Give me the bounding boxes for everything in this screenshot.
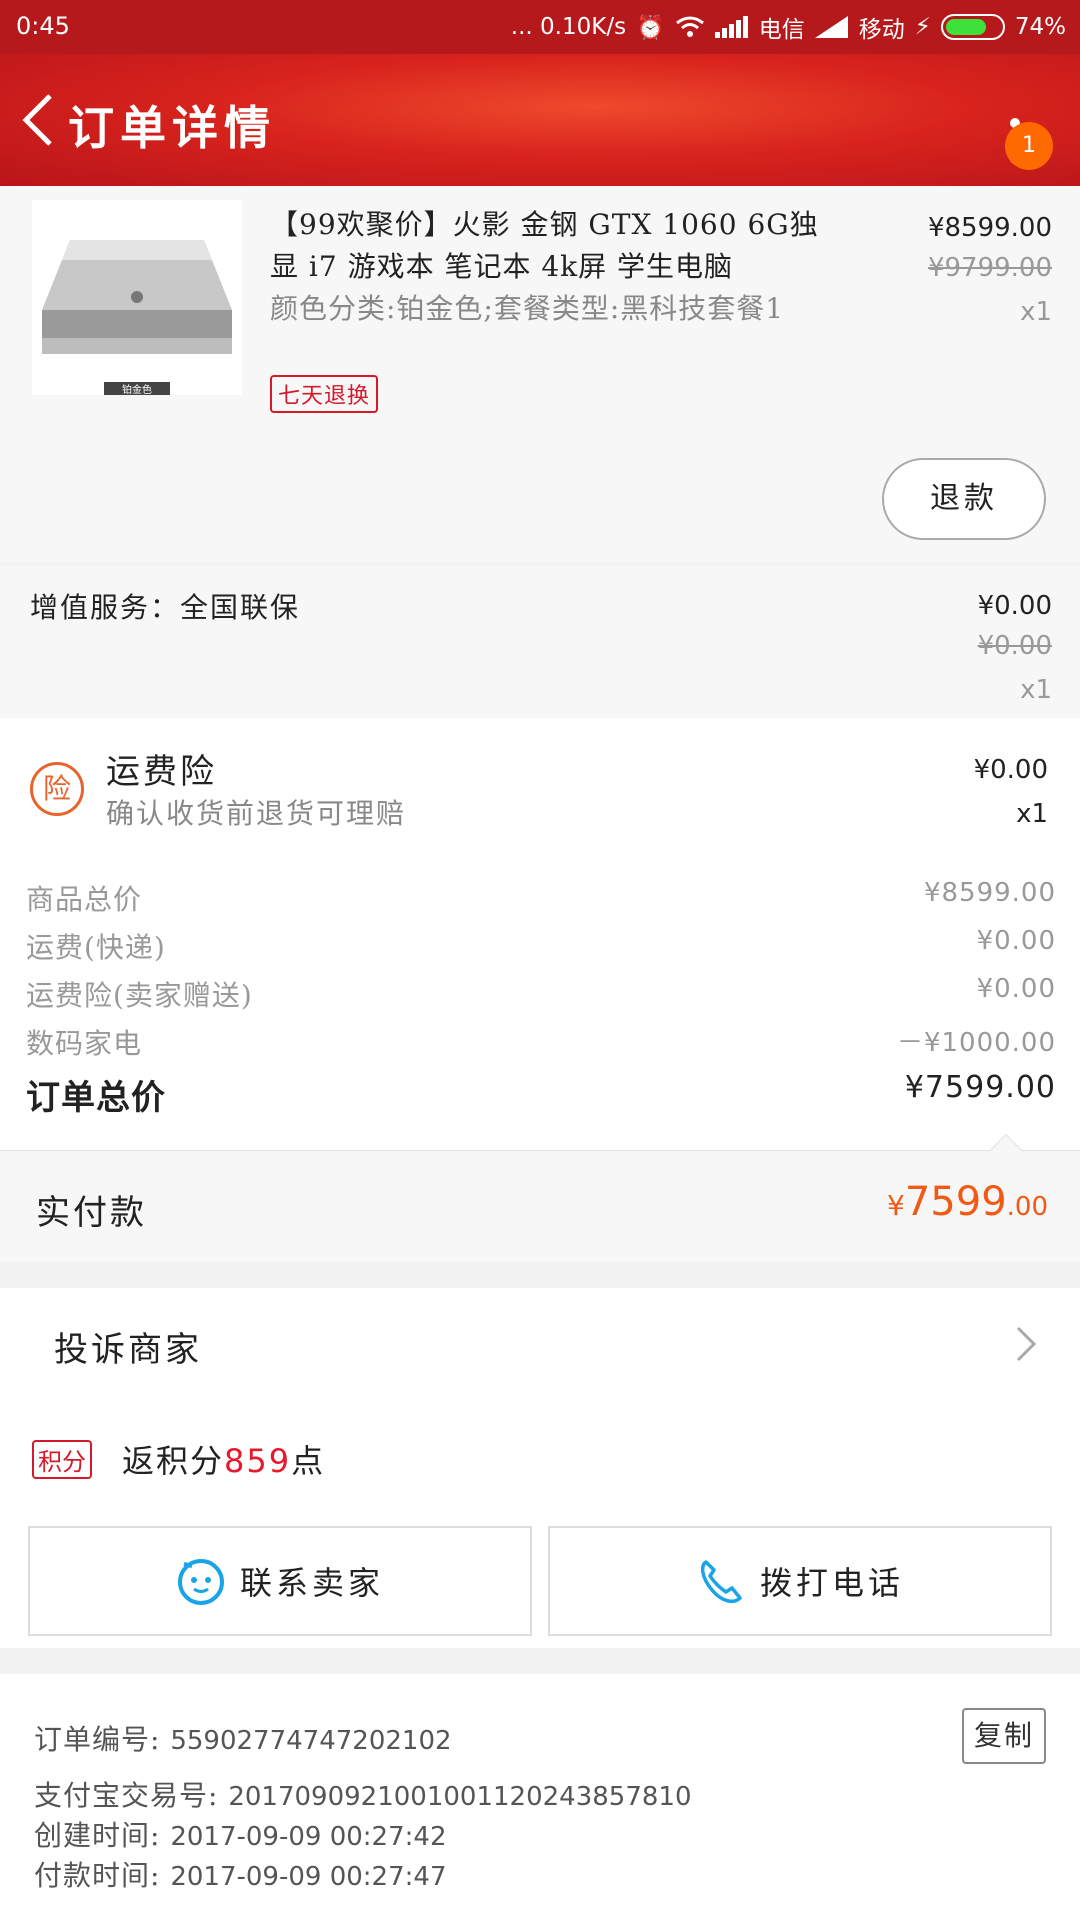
insurance-icon: 险 xyxy=(30,762,84,816)
order-number: 55902774747202102 xyxy=(170,1726,452,1756)
value-added-service: 增值服务：全国联保 ¥0.00 ¥0.00 x1 xyxy=(0,566,1080,718)
battery-icon xyxy=(940,14,1005,40)
alarm-icon: ⏰ xyxy=(636,14,665,41)
summary-value: ¥0.00 xyxy=(976,926,1056,956)
paid-time-row: 付款时间: 2017-09-09 00:27:47 xyxy=(34,1859,447,1892)
app-header: 订单详情 1 xyxy=(0,54,1080,186)
refund-button[interactable]: 退款 xyxy=(882,458,1046,540)
insurance-price-column: ¥0.00 x1 xyxy=(974,748,1048,836)
order-total-label: 订单总价 xyxy=(26,1078,166,1118)
signal-icon xyxy=(714,16,748,38)
actual-payment-row: 实付款 ¥7599.00 xyxy=(0,1134,1080,1262)
laptop-image: 铂金色 xyxy=(42,240,232,396)
product-price-column: ¥8599.00 ¥9799.00 x1 xyxy=(928,208,1052,332)
service-price: ¥0.00 xyxy=(977,591,1052,621)
contact-seller-button[interactable]: 联系卖家 xyxy=(28,1526,532,1636)
return-policy-tag: 七天退换 xyxy=(270,375,379,413)
summary-value: ¥0.00 xyxy=(976,974,1056,1004)
summary-label: 数码家电 xyxy=(26,1027,143,1060)
actual-payment-label: 实付款 xyxy=(36,1193,147,1233)
service-quantity: x1 xyxy=(1020,675,1052,705)
call-label: 拨打电话 xyxy=(759,1564,904,1602)
carrier-mobile: 移动 xyxy=(858,17,905,43)
wifi-icon xyxy=(675,16,704,37)
complain-seller-row[interactable]: 投诉商家 xyxy=(0,1288,1080,1398)
page-title: 订单详情 xyxy=(68,101,276,155)
summary-row-shipping: 运费(快递) ¥0.00 xyxy=(26,926,1056,966)
created-time: 2017-09-09 00:27:42 xyxy=(170,1822,447,1852)
status-right: ... 0.10K/s ⏰ 电信 移动 ⚡ 74% xyxy=(511,10,1066,44)
product-price: ¥8599.00 xyxy=(927,213,1052,243)
back-icon[interactable] xyxy=(18,92,58,148)
status-bar: 0:45 ... 0.10K/s ⏰ 电信 移动 ⚡ 74% xyxy=(0,0,1080,54)
complain-seller-label: 投诉商家 xyxy=(54,1330,202,1370)
summary-row-discount: 数码家电 －¥1000.00 xyxy=(26,1022,1056,1062)
alipay-number: 2017090921001001120243857810 xyxy=(228,1782,692,1812)
summary-row-insurance: 运费险(卖家赠送) ¥0.00 xyxy=(26,974,1056,1014)
service-original-price: ¥0.00 xyxy=(977,631,1052,661)
product-title[interactable]: 【99欢聚价】火影 金钢 GTX 1060 6G独显 i7 游戏本 笔记本 4k… xyxy=(270,204,840,288)
product-quantity: x1 xyxy=(1020,297,1052,327)
summary-value: ¥8599.00 xyxy=(923,878,1056,908)
paid-time: 2017-09-09 00:27:47 xyxy=(170,1862,447,1892)
insurance-subtitle: 确认收货前退货可理赔 xyxy=(106,797,407,830)
points-text: 返积分859点 xyxy=(122,1442,326,1480)
points-tag: 积分 xyxy=(32,1439,92,1479)
product-original-price: ¥9799.00 xyxy=(927,253,1052,283)
points-row: 积分 返积分859点 xyxy=(32,1436,325,1482)
svg-text:铂金色: 铂金色 xyxy=(122,383,152,395)
battery-percent: 74% xyxy=(1014,14,1066,40)
summary-label: 运费险(卖家赠送) xyxy=(26,979,253,1012)
product-thumbnail[interactable]: 铂金色 xyxy=(32,200,242,396)
actual-payment-amount: ¥7599.00 xyxy=(887,1179,1048,1225)
summary-row-total: 订单总价 ¥7599.00 xyxy=(26,1070,1056,1119)
created-time-row: 创建时间: 2017-09-09 00:27:42 xyxy=(34,1819,447,1852)
alipay-number-row: 支付宝交易号: 2017090921001001120243857810 xyxy=(34,1779,692,1812)
chevron-right-icon xyxy=(1016,1326,1037,1362)
signal-icon-2 xyxy=(814,16,848,38)
contact-seller-label: 联系卖家 xyxy=(239,1564,384,1602)
phone-icon xyxy=(700,1560,742,1604)
charging-icon: ⚡ xyxy=(914,14,931,40)
service-price-column: ¥0.00 ¥0.00 x1 xyxy=(978,586,1052,710)
order-info-section: 订单编号: 55902774747202102 复制 支付宝交易号: 20170… xyxy=(0,1674,1080,1920)
order-total-value: ¥7599.00 xyxy=(904,1070,1056,1105)
carrier-telecom: 电信 xyxy=(758,17,805,43)
summary-row-goods: 商品总价 ¥8599.00 xyxy=(26,878,1056,918)
order-summary-section: 险 运费险 确认收货前退货可理赔 ¥0.00 x1 商品总价 ¥8599.00 … xyxy=(0,718,1080,1262)
network-speed: ... 0.10K/s xyxy=(510,14,627,40)
insurance-quantity: x1 xyxy=(1016,799,1048,829)
notification-badge: 1 xyxy=(1005,122,1053,170)
service-label: 增值服务：全国联保 xyxy=(30,591,301,624)
order-number-row: 订单编号: 55902774747202102 xyxy=(34,1723,452,1756)
summary-label: 商品总价 xyxy=(26,883,143,916)
copy-button[interactable]: 复制 xyxy=(962,1708,1046,1764)
insurance-title: 运费险 xyxy=(106,752,217,792)
product-spec: 颜色分类:铂金色;套餐类型:黑科技套餐1 xyxy=(270,292,785,325)
status-time: 0:45 xyxy=(16,12,70,40)
service-section: 投诉商家 积分 返积分859点 联系卖家 拨打电话 xyxy=(0,1288,1080,1648)
call-button[interactable]: 拨打电话 xyxy=(548,1526,1052,1636)
summary-label: 运费(快递) xyxy=(26,931,166,964)
caret-pointer xyxy=(989,1134,1023,1168)
insurance-price: ¥0.00 xyxy=(973,755,1048,785)
summary-value: －¥1000.00 xyxy=(896,1028,1056,1058)
chat-icon xyxy=(177,1559,224,1605)
product-card[interactable]: 铂金色 【99欢聚价】火影 金钢 GTX 1060 6G独显 i7 游戏本 笔记… xyxy=(0,186,1080,562)
